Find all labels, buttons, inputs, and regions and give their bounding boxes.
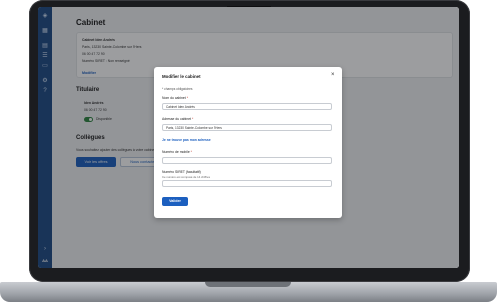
mobile-input[interactable] [162, 157, 332, 164]
name-field-label: Nom du cabinet * [162, 96, 189, 100]
close-icon[interactable]: × [331, 72, 335, 78]
siret-field-label: Numéro SIRET (facultatif) [162, 170, 201, 174]
validate-button[interactable]: Valider [162, 197, 188, 206]
address-not-found-link[interactable]: Je ne trouve pas mon adresse [162, 138, 211, 142]
edit-cabinet-modal: Modifier le cabinet × * champs obligatoi… [154, 67, 342, 218]
cabinet-address-input[interactable]: Paris, 13230 Sainte-Colombe sur l'Hers [162, 124, 332, 131]
siret-field-hint: Ce numéro est composé de 14 chiffres [162, 175, 210, 179]
required-fields-note: * champs obligatoires [162, 87, 193, 91]
laptop-base-lip [205, 282, 291, 287]
mobile-field-label: Numéro de mobile * [162, 150, 192, 154]
app-screen: ◈ ▦ ▤ ☰ ▭ ⚙ ? › AA Cabinet Cabinet Iden … [38, 7, 459, 268]
siret-input[interactable] [162, 180, 332, 187]
cabinet-name-input[interactable]: Cabinet Iden Andrés [162, 103, 332, 110]
modal-title: Modifier le cabinet [162, 74, 201, 79]
address-field-label: Adresse du cabinet * [162, 117, 194, 121]
